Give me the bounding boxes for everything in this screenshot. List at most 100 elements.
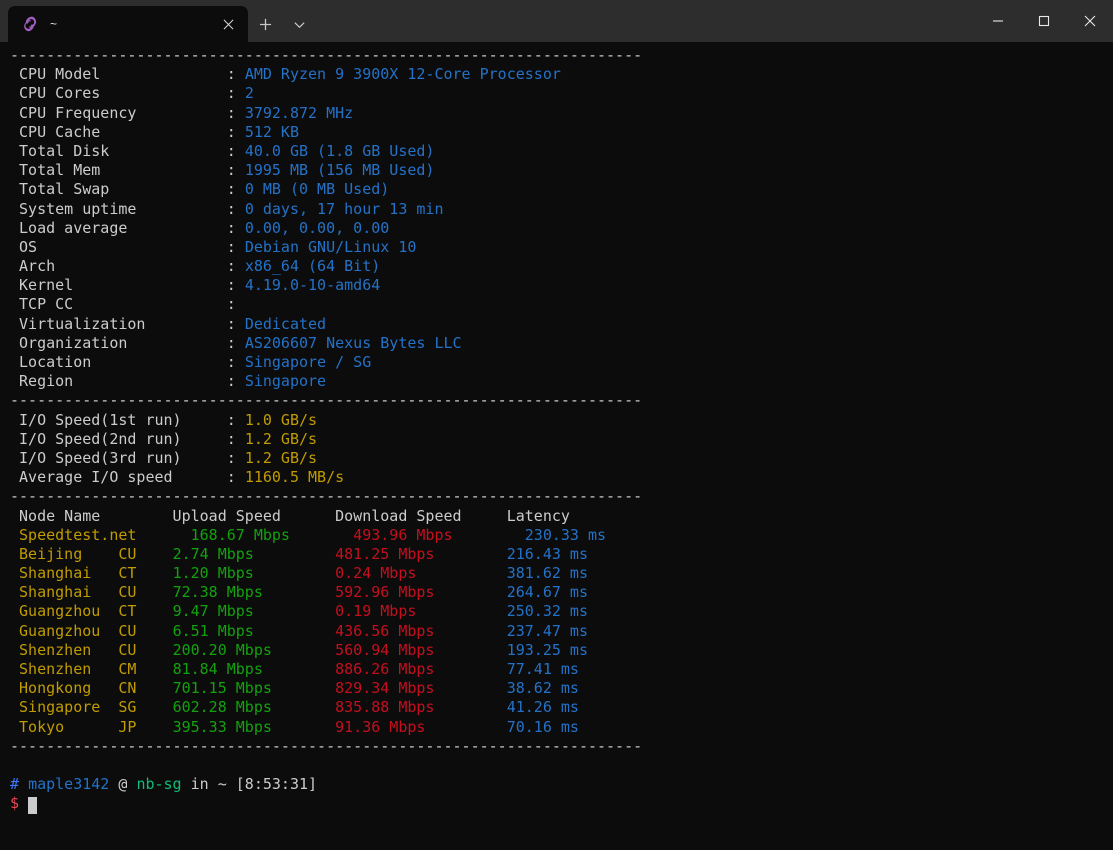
speedtest-latency: 264.67 ms [507,583,588,601]
system-info-value: Singapore [245,372,326,390]
system-info-value: x86_64 (64 Bit) [245,257,380,275]
speedtest-latency: 230.33 ms [525,526,606,544]
system-info-label: CPU Cores : [10,84,245,102]
terminal-tab[interactable]: ~ [8,6,248,42]
blank-line [10,756,1113,775]
separator-dashes: ----------------------------------------… [10,737,642,755]
tab-close-icon[interactable] [214,10,242,38]
speedtest-download: 886.26 Mbps [335,660,507,678]
window-controls [975,0,1113,42]
speedtest-download: 436.56 Mbps [335,622,507,640]
system-info-row: Region : Singapore [10,372,1113,391]
speedtest-node: Hongkong CN [10,679,173,697]
system-info-label: CPU Frequency : [10,104,245,122]
speedtest-download: 91.36 Mbps [335,718,507,736]
speedtest-header-text: Node Name Upload Speed Download Speed La… [10,507,570,525]
speedtest-row: Hongkong CN 701.15 Mbps 829.34 Mbps 38.6… [10,679,1113,698]
io-speed-label: I/O Speed(1st run) : [10,411,245,429]
prompt-user: maple3142 [28,775,109,793]
system-info-label: Arch : [10,257,245,275]
system-info-row: CPU Cores : 2 [10,84,1113,103]
speedtest-upload: 2.74 Mbps [173,545,336,563]
speedtest-upload: 72.38 Mbps [173,583,336,601]
separator-dashes: ----------------------------------------… [10,46,642,64]
system-info-row: CPU Model : AMD Ryzen 9 3900X 12-Core Pr… [10,65,1113,84]
system-info-label: Virtualization : [10,315,245,333]
system-info-value: 0.00, 0.00, 0.00 [245,219,390,237]
io-speed-value: 1.0 GB/s [245,411,317,429]
separator-rule: ----------------------------------------… [10,391,1113,410]
system-info-label: Organization : [10,334,245,352]
speedtest-upload: 168.67 Mbps [191,526,354,544]
system-info-label: Total Mem : [10,161,245,179]
io-speed-row: I/O Speed(1st run) : 1.0 GB/s [10,411,1113,430]
speedtest-download: 829.34 Mbps [335,679,507,697]
system-info-value: 0 days, 17 hour 13 min [245,200,444,218]
system-info-row: CPU Frequency : 3792.872 MHz [10,104,1113,123]
new-tab-button[interactable] [248,6,282,42]
speedtest-latency: 216.43 ms [507,545,588,563]
maximize-button[interactable] [1021,0,1067,42]
speedtest-node: Guangzhou CU [10,622,173,640]
terminal-output: ----------------------------------------… [10,46,1113,814]
io-speed-value: 1.2 GB/s [245,430,317,448]
speedtest-latency: 237.47 ms [507,622,588,640]
tab-strip: ~ [0,0,316,42]
speedtest-node: Beijing CU [10,545,173,563]
speedtest-download: 493.96 Mbps [353,526,525,544]
prompt-hash: # [10,775,28,793]
speedtest-upload: 602.28 Mbps [173,698,336,716]
speedtest-row: Tokyo JP 395.33 Mbps 91.36 Mbps 70.16 ms [10,718,1113,737]
speedtest-upload: 1.20 Mbps [173,564,336,582]
system-info-value: 0 MB (0 MB Used) [245,180,390,198]
speedtest-download: 0.19 Mbps [335,602,507,620]
speedtest-latency: 41.26 ms [507,698,579,716]
io-speed-label: I/O Speed(2nd run) : [10,430,245,448]
system-info-label: OS : [10,238,245,256]
system-info-row: Kernel : 4.19.0-10-amd64 [10,276,1113,295]
speedtest-node: Shenzhen CU [10,641,173,659]
system-info-row: Total Swap : 0 MB (0 MB Used) [10,180,1113,199]
speedtest-node: Tokyo JP [10,718,173,736]
prompt-line: # maple3142 @ nb-sg in ~ [8:53:31] [10,775,1113,794]
terminal-viewport[interactable]: ----------------------------------------… [0,42,1113,850]
speedtest-node: Shanghai CU [10,583,173,601]
text-cursor [28,797,37,814]
speedtest-node: Shenzhen CM [10,660,173,678]
speedtest-latency: 381.62 ms [507,564,588,582]
speedtest-row: Shanghai CT 1.20 Mbps 0.24 Mbps 381.62 m… [10,564,1113,583]
separator-rule: ----------------------------------------… [10,737,1113,756]
speedtest-upload: 395.33 Mbps [173,718,336,736]
tab-dropdown-button[interactable] [282,6,316,42]
system-info-row: Location : Singapore / SG [10,353,1113,372]
system-info-row: Total Mem : 1995 MB (156 MB Used) [10,161,1113,180]
prompt-path-time: in ~ [8:53:31] [182,775,317,793]
system-info-row: Arch : x86_64 (64 Bit) [10,257,1113,276]
separator-dashes: ----------------------------------------… [10,487,642,505]
system-info-value: Singapore / SG [245,353,371,371]
system-info-row: TCP CC : [10,295,1113,314]
speedtest-latency: 77.41 ms [507,660,579,678]
speedtest-row: Guangzhou CT 9.47 Mbps 0.19 Mbps 250.32 … [10,602,1113,621]
separator-dashes: ----------------------------------------… [10,391,642,409]
command-input-line[interactable]: $ [10,794,1113,813]
system-info-value: Debian GNU/Linux 10 [245,238,417,256]
system-info-label: CPU Cache : [10,123,245,141]
system-info-label: TCP CC : [10,295,245,313]
system-info-row: Virtualization : Dedicated [10,315,1113,334]
prompt-sigil: $ [10,794,28,812]
system-info-value: 1995 MB (156 MB Used) [245,161,435,179]
io-speed-row: I/O Speed(3rd run) : 1.2 GB/s [10,449,1113,468]
speedtest-row: Beijing CU 2.74 Mbps 481.25 Mbps 216.43 … [10,545,1113,564]
close-button[interactable] [1067,0,1113,42]
system-info-row: Organization : AS206607 Nexus Bytes LLC [10,334,1113,353]
speedtest-download: 560.94 Mbps [335,641,507,659]
minimize-button[interactable] [975,0,1021,42]
system-info-value: 3792.872 MHz [245,104,353,122]
system-info-row: OS : Debian GNU/Linux 10 [10,238,1113,257]
io-speed-label: Average I/O speed : [10,468,245,486]
separator-rule: ----------------------------------------… [10,487,1113,506]
system-info-label: Load average : [10,219,245,237]
system-info-label: System uptime : [10,200,245,218]
speedtest-row: Shenzhen CU 200.20 Mbps 560.94 Mbps 193.… [10,641,1113,660]
